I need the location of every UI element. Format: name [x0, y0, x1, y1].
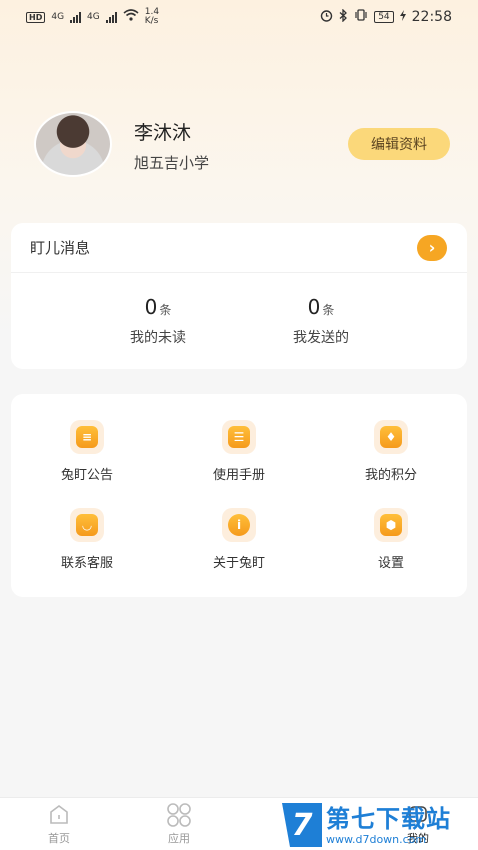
- vibrate-icon: [354, 9, 368, 25]
- chevron-right-icon[interactable]: ›: [417, 234, 447, 261]
- menu-label: 我的积分: [364, 468, 417, 483]
- unread-stat[interactable]: 0条 我的未读: [88, 295, 228, 347]
- user-name: 李沐沐: [134, 122, 192, 144]
- status-bar-left: HD 4G 4G 1.4 K/s: [26, 8, 159, 26]
- profile-header: 李沐沐 旭五吉小学 编辑资料: [34, 108, 454, 180]
- home-icon: [29, 802, 89, 828]
- manual-icon: ☰: [222, 420, 256, 454]
- signal-icon-2: [105, 11, 117, 23]
- sent-label: 我发送的: [293, 330, 349, 346]
- menu-item-settings[interactable]: ⬢ 设置: [336, 508, 446, 571]
- clock: 22:58: [411, 9, 452, 25]
- status-bar: HD 4G 4G 1.4 K/s 54 22:58: [0, 0, 478, 34]
- sent-stat[interactable]: 0条 我发送的: [251, 295, 391, 347]
- edit-profile-button[interactable]: 编辑资料: [348, 128, 450, 160]
- sent-count: 0: [307, 295, 321, 319]
- menu-card: ≡ 兔盯公告 ☰ 使用手册 ♦ 我的积分 ◡ 联系客服 i 关于兔盯 ⬢ 设置: [11, 394, 467, 597]
- menu-label: 联系客服: [60, 556, 113, 571]
- menu-label: 使用手册: [212, 468, 265, 483]
- user-school: 旭五吉小学: [134, 154, 210, 172]
- alarm-icon: [320, 9, 333, 26]
- settings-icon: ⬢: [374, 508, 408, 542]
- watermark: 7 第七下载站 www.d7down.com: [282, 800, 478, 850]
- bluetooth-icon: [339, 7, 348, 26]
- hd-indicator: HD: [26, 11, 46, 23]
- wifi-icon: [123, 9, 139, 25]
- menu-item-customer-service[interactable]: ◡ 联系客服: [32, 508, 142, 571]
- menu-label: 兔盯公告: [60, 468, 113, 483]
- messages-title: 盯儿消息: [30, 239, 91, 257]
- points-icon: ♦: [374, 420, 408, 454]
- watermark-url: www.d7down.com: [326, 832, 427, 846]
- menu-item-manual[interactable]: ☰ 使用手册: [184, 420, 294, 483]
- watermark-text: 第七下载站 www.d7down.com: [326, 805, 451, 846]
- signal-icon: [70, 11, 82, 23]
- menu-item-points[interactable]: ♦ 我的积分: [336, 420, 446, 483]
- unread-unit: 条: [159, 303, 172, 317]
- status-bar-right: 54 22:58: [320, 7, 452, 26]
- battery-level: 54: [374, 11, 394, 23]
- avatar[interactable]: [34, 111, 112, 177]
- watermark-logo: 7: [282, 803, 322, 847]
- messages-card: 盯儿消息 › 0条 我的未读 0条 我发送的: [11, 223, 467, 369]
- sent-unit: 条: [322, 303, 335, 317]
- announcement-icon: ≡: [70, 420, 104, 454]
- watermark-title: 第七下载站: [326, 804, 451, 833]
- charging-icon: [399, 9, 406, 25]
- customer-service-icon: ◡: [70, 508, 104, 542]
- menu-item-about[interactable]: i 关于兔盯: [184, 508, 294, 571]
- unread-count: 0: [144, 295, 158, 319]
- tab-label: 首页: [48, 832, 70, 845]
- speed-unit: K/s: [144, 16, 159, 26]
- menu-label: 关于兔盯: [212, 556, 265, 571]
- tab-label: 应用: [168, 832, 190, 845]
- network-speed: 1.4 K/s: [145, 8, 159, 26]
- info-icon: i: [222, 508, 256, 542]
- tab-apps[interactable]: 应用: [149, 802, 209, 846]
- menu-item-announcement[interactable]: ≡ 兔盯公告: [32, 420, 142, 483]
- network-type-2: 4G: [87, 11, 100, 22]
- messages-header[interactable]: 盯儿消息 ›: [11, 223, 467, 273]
- network-type-1: 4G: [51, 11, 65, 22]
- tab-home[interactable]: 首页: [29, 802, 89, 846]
- menu-label: 设置: [377, 556, 404, 571]
- apps-icon: [149, 802, 209, 828]
- messages-stats: 0条 我的未读 0条 我发送的: [11, 273, 467, 369]
- unread-label: 我的未读: [130, 330, 186, 346]
